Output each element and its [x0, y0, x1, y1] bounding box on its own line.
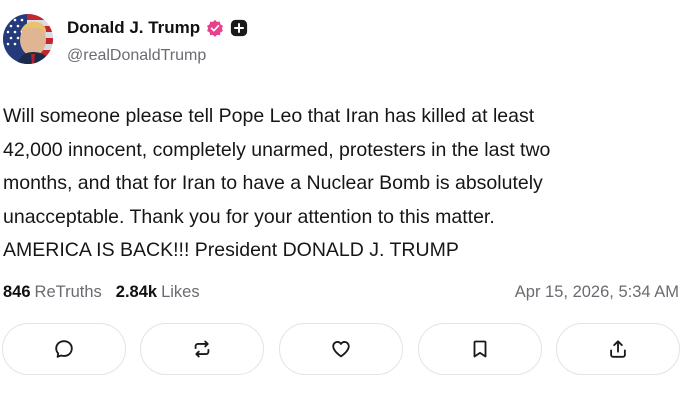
bookmark-icon: [473, 340, 487, 358]
action-bar: [0, 323, 681, 375]
post-text: Will someone please tell Pope Leo that I…: [3, 105, 551, 261]
likes-count: 2.84k: [115, 282, 158, 301]
avatar[interactable]: [3, 14, 53, 64]
verified-badge-icon: [206, 19, 224, 37]
post-timestamp[interactable]: Apr 15, 2026, 5:34 AM: [515, 283, 679, 302]
likes-label: Likes: [161, 282, 200, 301]
retruths-stat[interactable]: 846 ReTruths: [3, 283, 102, 302]
retruths-label: ReTruths: [34, 282, 102, 301]
author-name-row: Donald J. Trump: [67, 18, 248, 38]
heart-icon: [332, 341, 350, 358]
reply-button[interactable]: [2, 323, 126, 375]
like-button[interactable]: [279, 323, 403, 375]
share-button[interactable]: [556, 323, 680, 375]
bookmark-button[interactable]: [418, 323, 542, 375]
subscribe-plus-icon[interactable]: [230, 19, 248, 37]
post-card: Donald J. Trump @realDonaldTrump Will so…: [0, 0, 681, 408]
share-icon: [610, 340, 626, 358]
retruths-count: 846: [3, 282, 31, 301]
speech-bubble-icon: [55, 340, 73, 358]
post-stats: 846 ReTruths 2.84k Likes Apr 15, 2026, 5…: [3, 280, 679, 304]
author-handle[interactable]: @realDonaldTrump: [67, 47, 206, 65]
retruth-button[interactable]: [140, 323, 264, 375]
repost-icon: [194, 340, 210, 358]
likes-stat[interactable]: 2.84k Likes: [116, 283, 200, 302]
author-display-name[interactable]: Donald J. Trump: [67, 18, 200, 38]
